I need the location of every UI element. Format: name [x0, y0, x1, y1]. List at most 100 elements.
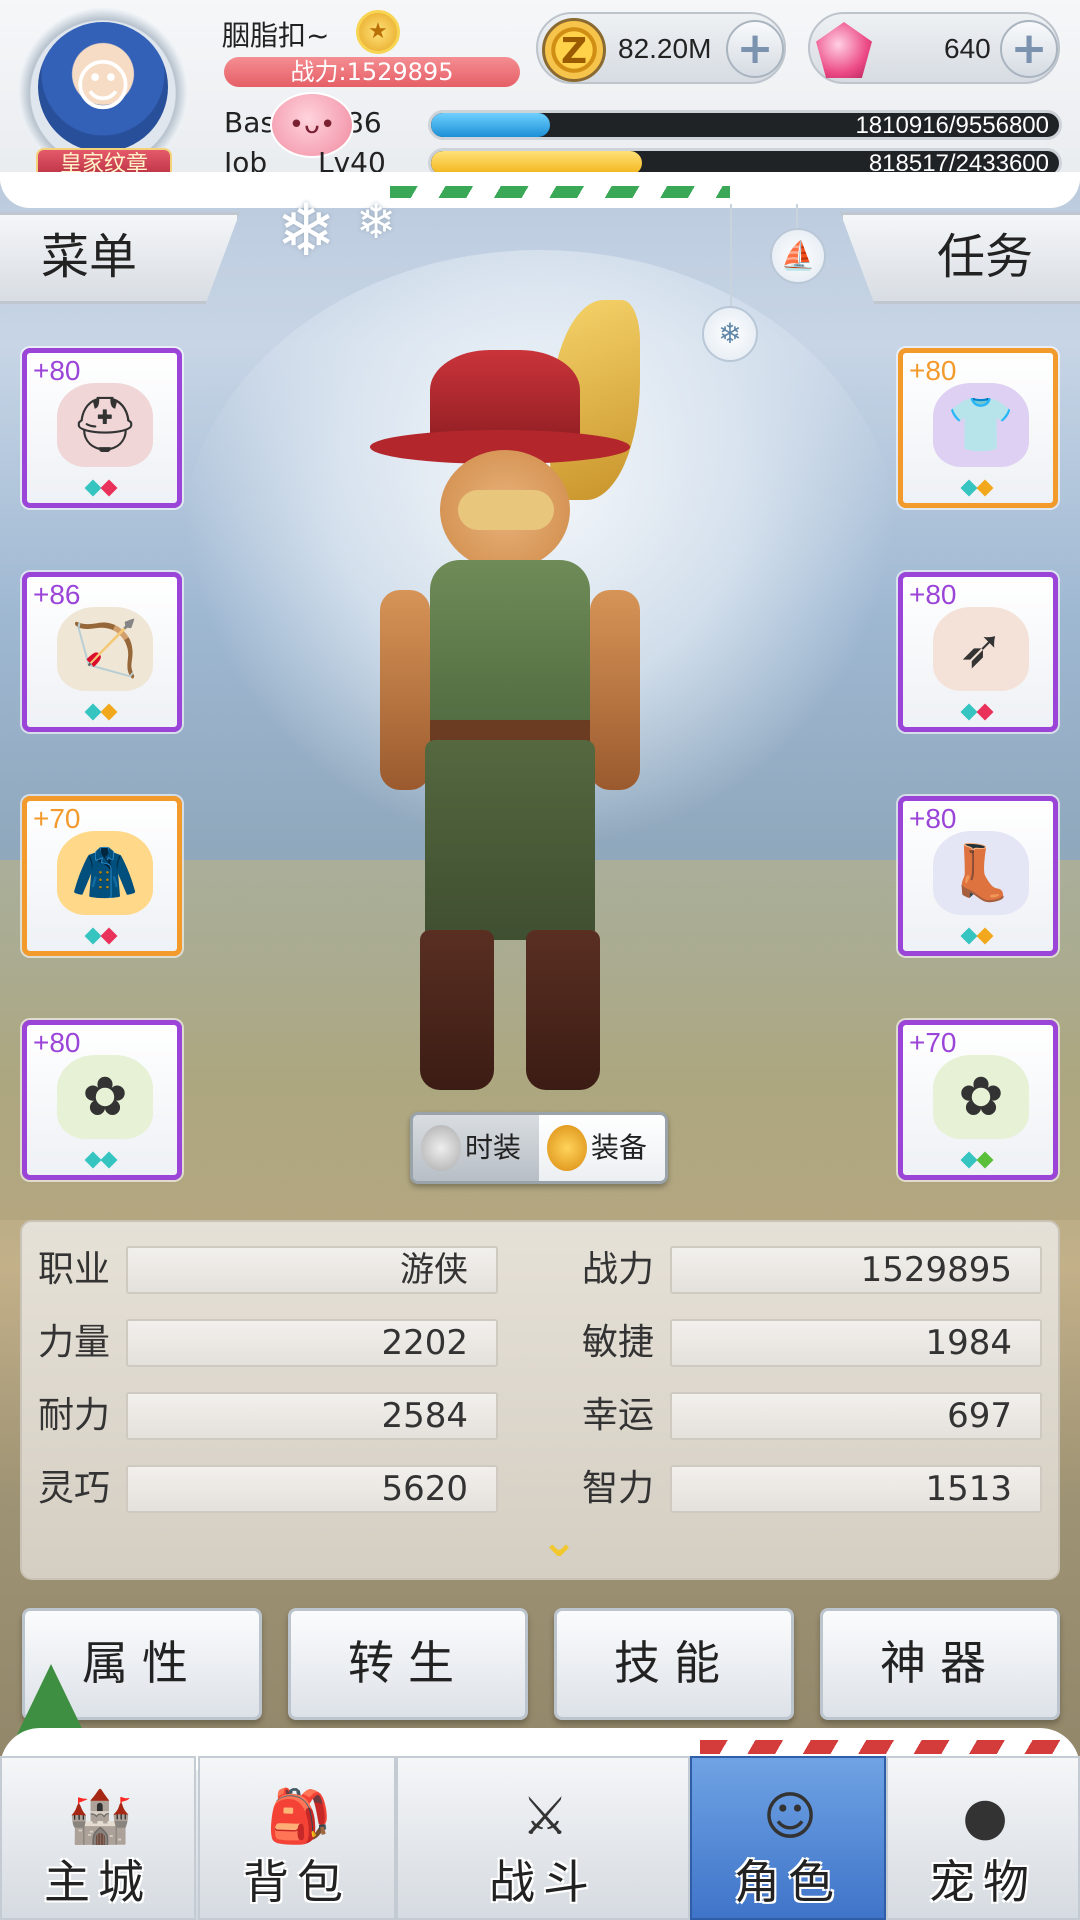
fashion-icon	[421, 1125, 461, 1171]
socket-gem-icon	[100, 927, 118, 945]
socket-gem-icon	[976, 1151, 994, 1169]
arrow-icon: ➶	[933, 607, 1029, 691]
avatar[interactable]: ☺	[38, 22, 168, 152]
fashion-label: 时装	[465, 1131, 522, 1164]
nav-backpack[interactable]: 🎒 背包	[198, 1756, 396, 1920]
character-boot-right	[526, 930, 600, 1090]
base-exp-text: 1810916/9556800	[855, 112, 1049, 139]
equipment-slot[interactable]: +80 ✿	[22, 1020, 182, 1180]
costume-toggle: 时装 装备	[410, 1112, 668, 1184]
menu-tab[interactable]: 菜单	[0, 212, 240, 304]
equipment-slot[interactable]: +80 ⛑	[22, 348, 182, 508]
nav-battle[interactable]: ⚔ 战斗	[396, 1756, 690, 1920]
nav-character[interactable]: ☺ 角色	[690, 1756, 886, 1920]
equipment-slot[interactable]: +86 🏹	[22, 572, 182, 732]
socket-gem-icon	[84, 703, 102, 721]
ornament-icon: ❄	[702, 306, 758, 362]
stat-label: 耐力	[38, 1395, 111, 1436]
stat-label: 幸运	[582, 1395, 655, 1436]
rebirth-button[interactable]: 转生	[288, 1608, 528, 1720]
stat-value: 1513	[670, 1465, 1042, 1513]
quest-tab[interactable]: 任务	[840, 212, 1080, 304]
stat-label: 力量	[38, 1322, 111, 1363]
nav-label: 角色	[734, 1855, 842, 1909]
zeny-value: 82.20M	[618, 33, 712, 64]
add-gems-button[interactable]: +	[1000, 20, 1058, 78]
nav-label: 主城	[44, 1855, 152, 1909]
character-legs	[425, 740, 595, 940]
base-level-label: Bas	[224, 106, 275, 139]
character-mask	[458, 490, 554, 530]
equipment-refine-level: +86	[33, 579, 81, 610]
equipment-slot[interactable]: +70 🧥	[22, 796, 182, 956]
cape-icon: 🧥	[57, 831, 153, 915]
zeny-coin-icon: Z	[542, 18, 606, 82]
equipment-icon	[547, 1125, 587, 1171]
player-header: ☺ 皇家纹章 胭脂扣~ ★ 战力:1529895 Bas 86 •ᴗ• Job …	[0, 0, 1080, 185]
equipment-label: 装备	[591, 1131, 648, 1164]
add-zeny-button[interactable]: +	[726, 20, 784, 78]
medal-icon[interactable]: ★	[356, 10, 400, 54]
snowflake-icon: ❄	[356, 194, 397, 250]
character-arm-left	[380, 590, 430, 790]
artifact-button[interactable]: 神器	[820, 1608, 1060, 1720]
bow-icon: 🏹	[57, 607, 153, 691]
socket-gems	[960, 1151, 1003, 1169]
stat-value: 2202	[126, 1319, 498, 1367]
base-exp-fill	[431, 113, 551, 137]
stat-value: 2584	[126, 1392, 498, 1440]
socket-gem-icon	[100, 703, 118, 721]
socket-gem-icon	[960, 1151, 978, 1169]
equipment-slot[interactable]: +70 ✿	[898, 1020, 1058, 1180]
gem-display: 640 +	[808, 12, 1060, 84]
ornament-string	[730, 204, 732, 308]
player-name: 胭脂扣~	[222, 19, 330, 52]
flower-wreath-icon: ✿	[933, 1055, 1029, 1139]
zeny-display: Z 82.20M +	[536, 12, 786, 84]
equipment-refine-level: +80	[33, 1027, 81, 1058]
socket-gem-icon	[84, 479, 102, 497]
socket-gems	[84, 1151, 127, 1169]
nav-label: 战斗	[489, 1855, 597, 1909]
nav-pet[interactable]: ● 宠物	[886, 1756, 1080, 1920]
equipment-slot[interactable]: +80 👢	[898, 796, 1058, 956]
equipment-refine-level: +80	[909, 579, 957, 610]
socket-gem-icon	[100, 479, 118, 497]
nav-label: 背包	[243, 1855, 351, 1909]
character-boot-left	[420, 930, 494, 1090]
fashion-toggle-button[interactable]: 时装	[413, 1115, 539, 1181]
stat-value: 697	[670, 1392, 1042, 1440]
character-arm-right	[590, 590, 640, 790]
snowflake-icon: ❄	[276, 188, 337, 272]
equipment-refine-level: +80	[909, 803, 957, 834]
socket-gems	[84, 479, 127, 497]
socket-gem-icon	[960, 927, 978, 945]
candy-stripe-decoration	[700, 1740, 1060, 1754]
stat-label: 敏捷	[582, 1322, 655, 1363]
socket-gem-icon	[976, 479, 994, 497]
stat-value: 1984	[670, 1319, 1042, 1367]
chevron-down-icon[interactable]: ⌄	[527, 1520, 591, 1564]
stat-label: 灵巧	[38, 1468, 111, 1509]
socket-gems	[960, 927, 1003, 945]
gem-value: 640	[944, 33, 991, 64]
socket-gem-icon	[976, 703, 994, 721]
character-torso	[430, 560, 590, 740]
equipment-refine-level: +70	[909, 1027, 957, 1058]
equipment-slot[interactable]: +80 ➶	[898, 572, 1058, 732]
nav-label: 宠物	[929, 1855, 1037, 1909]
skills-button[interactable]: 技能	[554, 1608, 794, 1720]
stat-value: 游侠	[126, 1246, 498, 1294]
socket-gem-icon	[960, 703, 978, 721]
stat-value: 5620	[126, 1465, 498, 1513]
stat-label: 智力	[582, 1468, 655, 1509]
equipment-toggle-button[interactable]: 装备	[539, 1115, 665, 1181]
character-model[interactable]	[370, 300, 670, 1100]
stats-panel: 职业 游侠 力量 2202 耐力 2584 灵巧 5620 战力 1529895 敏捷 1984 幸运…	[20, 1220, 1060, 1580]
combat-power-badge: 战力:1529895	[224, 57, 520, 87]
equipment-refine-level: +80	[909, 355, 957, 386]
nav-main-city[interactable]: 🏰 主城	[0, 1756, 196, 1920]
equipment-slot[interactable]: +80 👕	[898, 348, 1058, 508]
socket-gem-icon	[960, 479, 978, 497]
flower-wreath-icon: ✿	[57, 1055, 153, 1139]
